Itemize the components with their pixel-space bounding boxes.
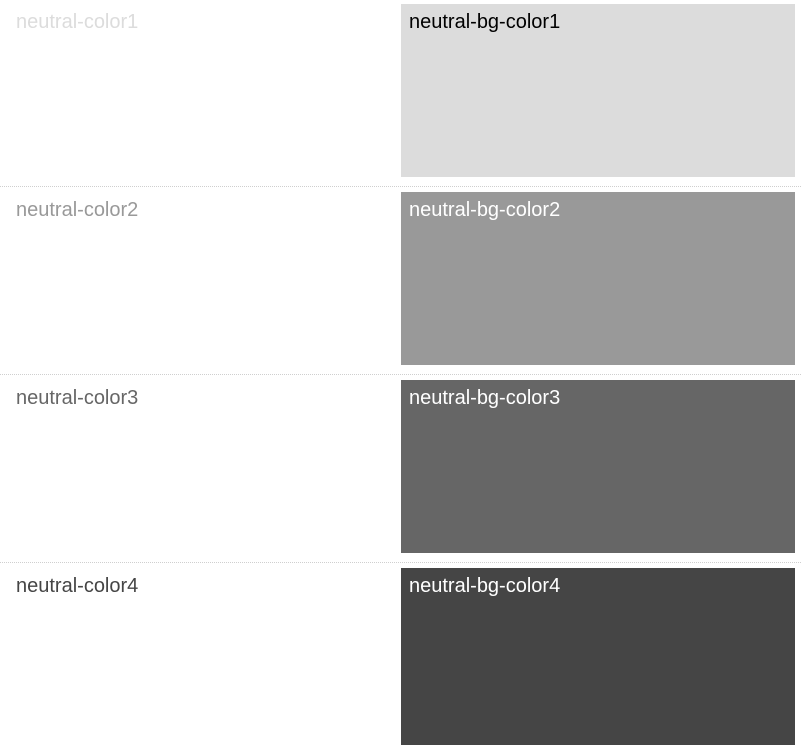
background-color-sample: neutral-bg-color4 <box>401 568 795 745</box>
text-color-sample: neutral-color3 <box>16 387 139 409</box>
swatch-row-neutral-4: neutral-color4 neutral-bg-color4 <box>0 564 801 747</box>
swatch-row-neutral-3: neutral-color3 neutral-bg-color3 <box>0 376 801 563</box>
background-color-sample: neutral-bg-color3 <box>401 380 795 553</box>
swatch-row-neutral-2: neutral-color2 neutral-bg-color2 <box>0 188 801 375</box>
text-color-sample: neutral-color1 <box>16 11 139 33</box>
color-swatch-list: neutral-color1 neutral-bg-color1 neutral… <box>0 0 801 747</box>
background-color-sample: neutral-bg-color2 <box>401 192 795 365</box>
text-color-sample: neutral-color4 <box>16 575 139 597</box>
text-color-sample: neutral-color2 <box>16 199 139 221</box>
background-color-sample: neutral-bg-color1 <box>401 4 795 177</box>
swatch-row-neutral-1: neutral-color1 neutral-bg-color1 <box>0 0 801 187</box>
